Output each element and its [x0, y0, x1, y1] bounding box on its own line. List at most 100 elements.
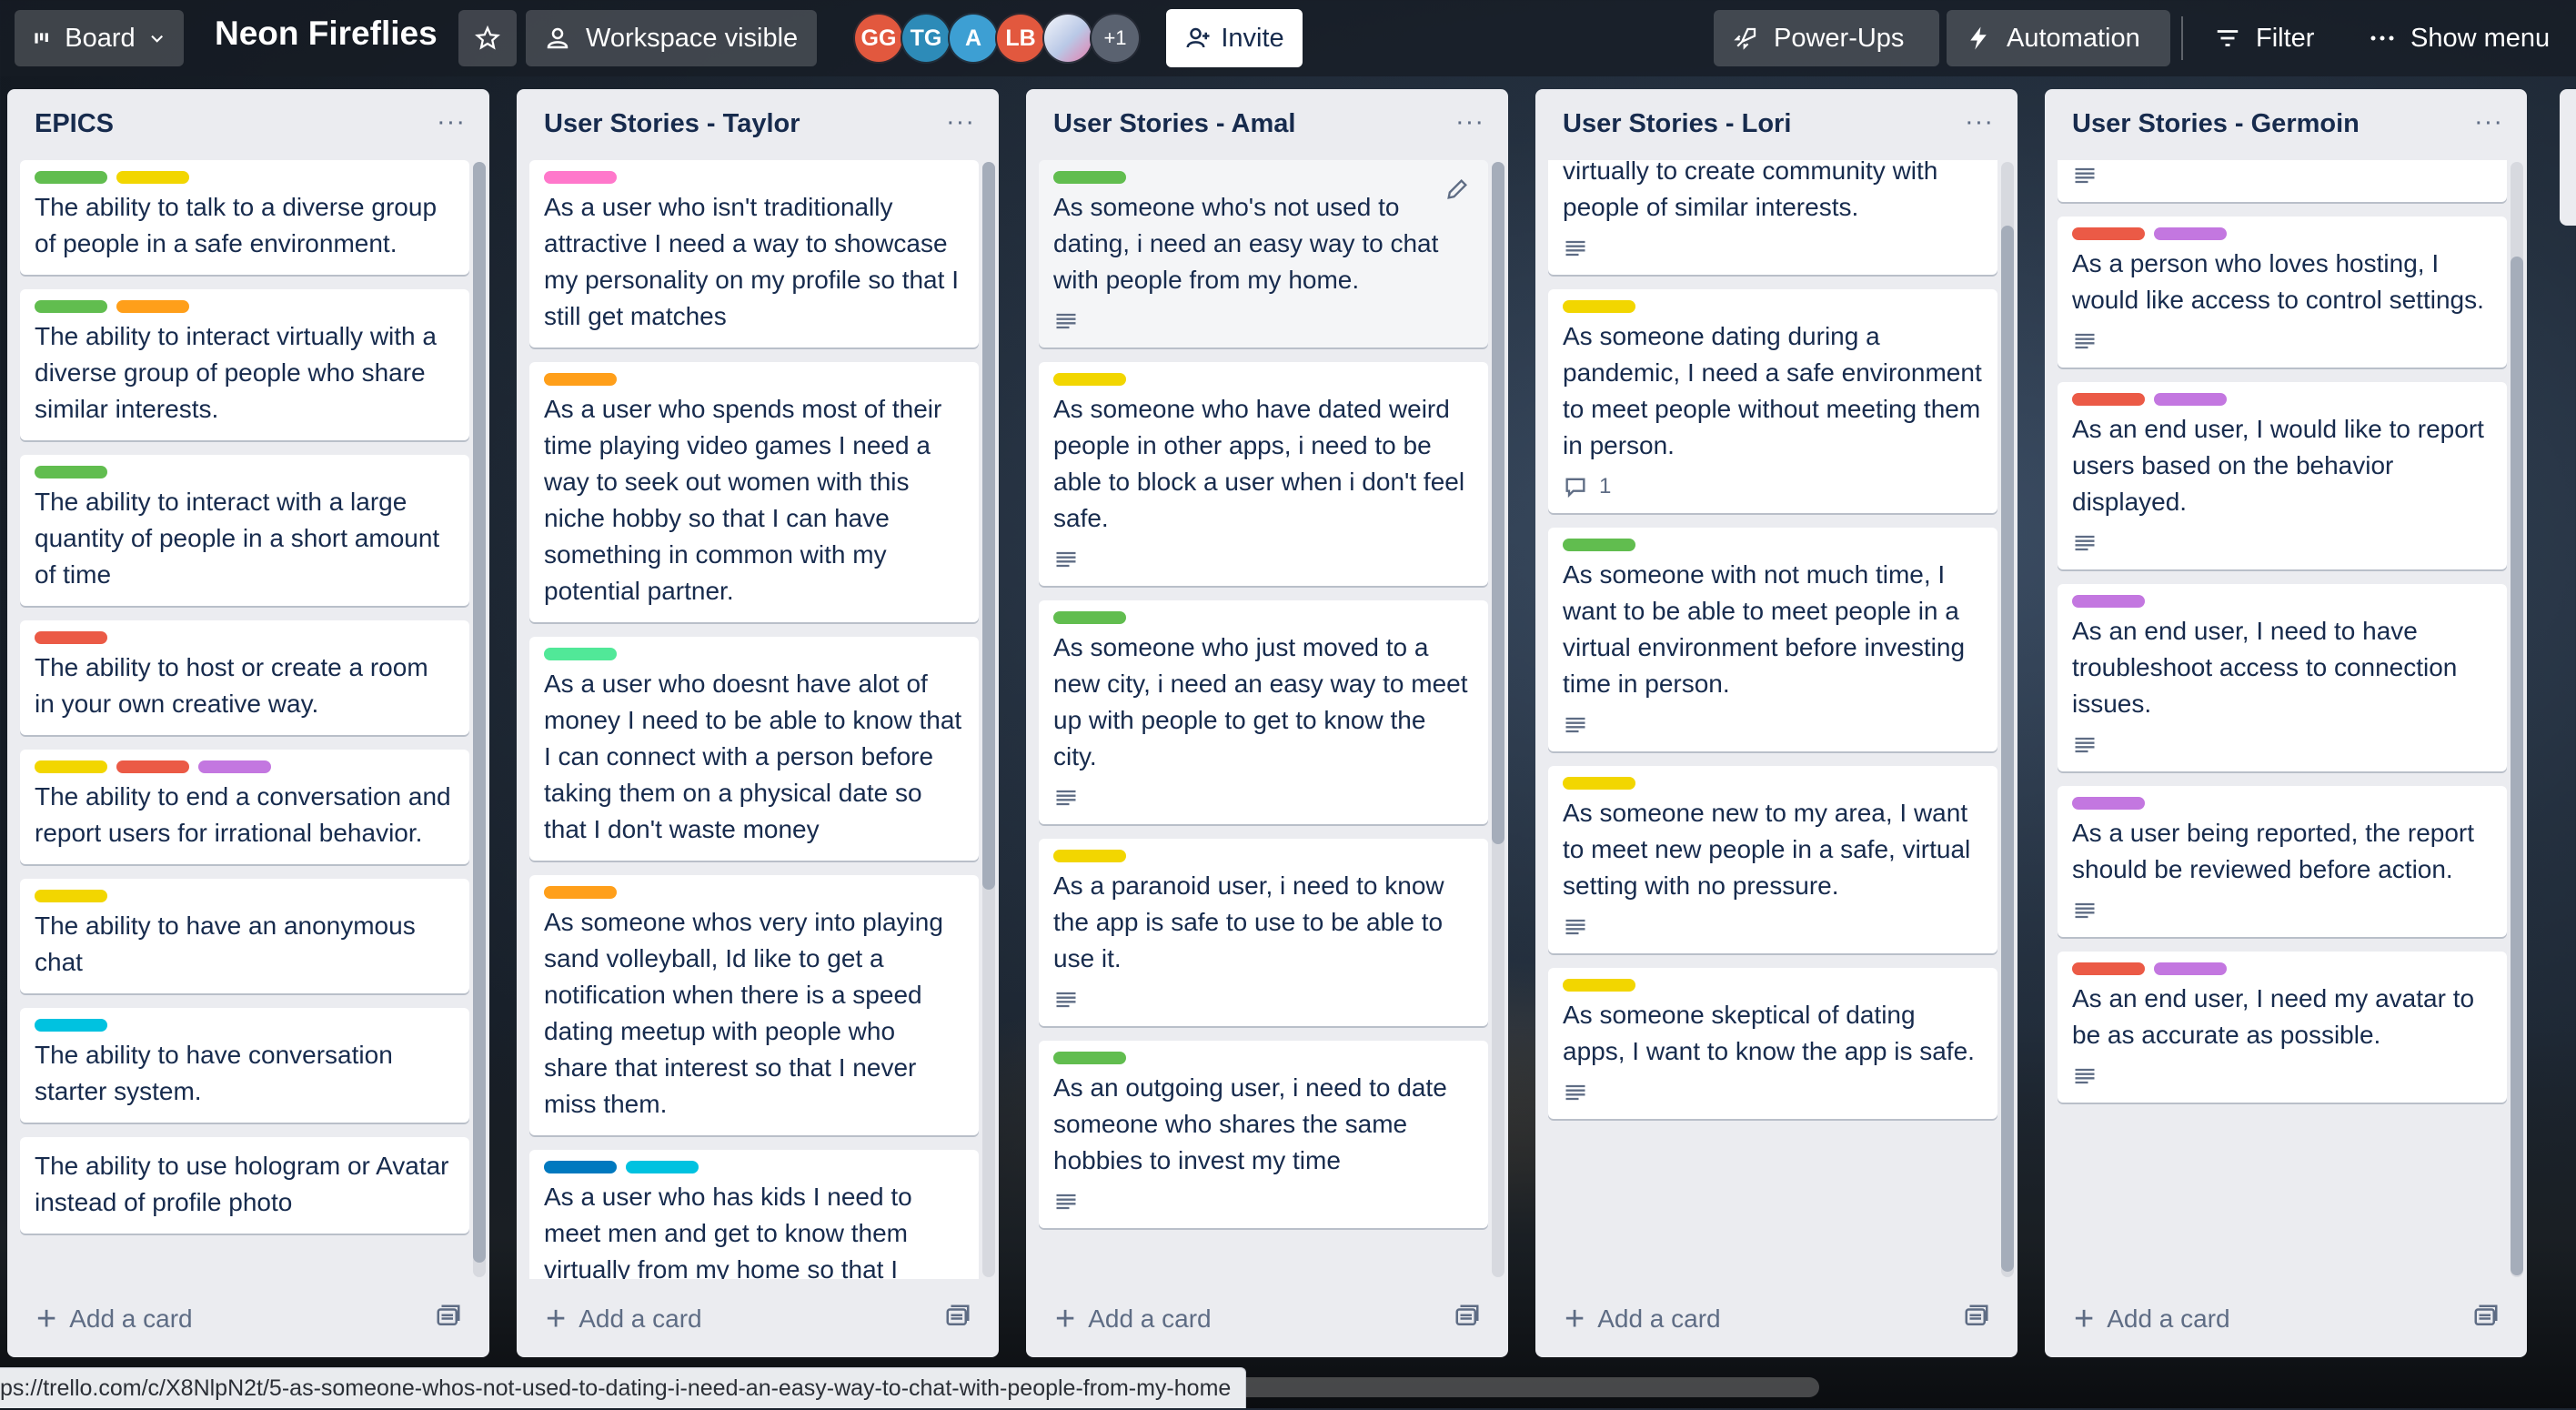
- add-card-button[interactable]: + Add a card: [546, 1302, 702, 1336]
- list-menu-button[interactable]: ···: [1965, 107, 1994, 137]
- label-purple[interactable]: [2154, 393, 2227, 406]
- label-yellow[interactable]: [1563, 300, 1635, 313]
- visibility-button[interactable]: Workspace visible: [526, 10, 817, 66]
- card[interactable]: I need to connect with other people virt…: [1548, 160, 1997, 275]
- scrollbar-thumb[interactable]: [473, 162, 486, 1263]
- card[interactable]: The ability to have an anonymous chat: [20, 879, 469, 993]
- scrollbar-thumb[interactable]: [2001, 226, 2014, 1272]
- label-sky[interactable]: [626, 1161, 699, 1173]
- card[interactable]: As someone whos very into playing sand v…: [529, 875, 979, 1135]
- card[interactable]: As a user who doesnt have alot of money …: [529, 637, 979, 861]
- card[interactable]: The ability to host or create a room in …: [20, 620, 469, 735]
- card-template-icon[interactable]: [1963, 1303, 1990, 1330]
- label-purple[interactable]: [198, 760, 271, 773]
- list-scrollbar[interactable]: [2511, 162, 2523, 1277]
- list-menu-button[interactable]: ···: [1455, 107, 1484, 137]
- card[interactable]: The ability to talk to a diverse group o…: [20, 160, 469, 275]
- card[interactable]: As someone dating during a pandemic, I n…: [1548, 289, 1997, 513]
- view-switcher-button[interactable]: Board: [15, 10, 184, 66]
- card[interactable]: As an end user, I would like to report u…: [2058, 382, 2507, 569]
- card[interactable]: As a user who spends most of their time …: [529, 362, 979, 622]
- card[interactable]: or treated unfairly.: [2058, 160, 2507, 202]
- label-green[interactable]: [1563, 539, 1635, 551]
- label-purple[interactable]: [2072, 797, 2145, 810]
- avatar[interactable]: LB: [995, 13, 1046, 64]
- list-title[interactable]: User Stories - Taylor: [544, 109, 800, 139]
- label-orange[interactable]: [116, 300, 189, 313]
- label-purple[interactable]: [2154, 962, 2227, 975]
- card-template-icon[interactable]: [435, 1303, 462, 1330]
- card[interactable]: The ability to end a conversation and re…: [20, 750, 469, 864]
- label-green[interactable]: [1053, 1052, 1126, 1064]
- invite-button[interactable]: Invite: [1166, 9, 1303, 67]
- scrollbar-thumb[interactable]: [982, 162, 995, 890]
- card[interactable]: As someone new to my area, I want to mee…: [1548, 766, 1997, 953]
- avatar-photo[interactable]: [1042, 13, 1093, 64]
- label-yellow[interactable]: [35, 760, 107, 773]
- card[interactable]: As someone skeptical of dating apps, I w…: [1548, 968, 1997, 1119]
- card[interactable]: As a paranoid user, i need to know the a…: [1039, 839, 1488, 1026]
- label-green[interactable]: [1053, 171, 1126, 184]
- list-title[interactable]: User Stories - Germoin: [2072, 109, 2360, 139]
- card[interactable]: The ability to have conversation starter…: [20, 1008, 469, 1123]
- card[interactable]: As someone who just moved to a new city,…: [1039, 600, 1488, 824]
- card[interactable]: As someone who have dated weird people i…: [1039, 362, 1488, 586]
- label-yellow[interactable]: [1053, 850, 1126, 862]
- card[interactable]: The ability to use hologram or Avatar in…: [20, 1137, 469, 1234]
- card[interactable]: As an end user, I need to have troublesh…: [2058, 584, 2507, 771]
- label-green[interactable]: [35, 300, 107, 313]
- card[interactable]: As an outgoing user, i need to date some…: [1039, 1041, 1488, 1228]
- label-pink[interactable]: [544, 171, 617, 184]
- label-sky[interactable]: [35, 1019, 107, 1032]
- next-list-edge[interactable]: [2560, 89, 2576, 226]
- label-purple[interactable]: [2154, 227, 2227, 240]
- label-green[interactable]: [35, 466, 107, 478]
- card[interactable]: As a person who loves hosting, I would l…: [2058, 217, 2507, 368]
- add-card-button[interactable]: + Add a card: [2074, 1302, 2230, 1336]
- label-green[interactable]: [35, 171, 107, 184]
- label-blue[interactable]: [544, 1161, 617, 1173]
- label-red[interactable]: [116, 760, 189, 773]
- card[interactable]: As a user who isn't traditionally attrac…: [529, 160, 979, 347]
- add-card-button[interactable]: + Add a card: [1565, 1302, 1721, 1336]
- label-yellow[interactable]: [1563, 979, 1635, 992]
- label-yellow[interactable]: [1563, 777, 1635, 790]
- show-menu-button[interactable]: Show menu: [2350, 10, 2576, 66]
- card-template-icon[interactable]: [1454, 1303, 1481, 1330]
- card[interactable]: The ability to interact with a large qua…: [20, 455, 469, 606]
- list-menu-button[interactable]: ···: [437, 107, 466, 137]
- label-lime[interactable]: [544, 648, 617, 660]
- card-template-icon[interactable]: [944, 1303, 971, 1330]
- scrollbar-thumb[interactable]: [1492, 162, 1504, 844]
- label-yellow[interactable]: [116, 171, 189, 184]
- label-orange[interactable]: [544, 373, 617, 386]
- card[interactable]: As someone who's not used to dating, i n…: [1039, 160, 1488, 347]
- edit-pencil-icon[interactable]: [1444, 176, 1470, 202]
- list-title[interactable]: User Stories - Lori: [1563, 109, 1791, 139]
- list-menu-button[interactable]: ···: [946, 107, 975, 137]
- board-title[interactable]: Neon Fireflies: [215, 15, 438, 53]
- list-scrollbar[interactable]: [982, 162, 995, 1277]
- card[interactable]: As an end user, I need my avatar to be a…: [2058, 952, 2507, 1103]
- label-purple[interactable]: [2072, 595, 2145, 608]
- list-title[interactable]: User Stories - Amal: [1053, 109, 1295, 139]
- label-green[interactable]: [1053, 611, 1126, 624]
- label-yellow[interactable]: [1053, 373, 1126, 386]
- extra-members-badge[interactable]: +1: [1090, 13, 1141, 64]
- scrollbar-thumb[interactable]: [2511, 257, 2523, 1275]
- add-card-button[interactable]: + Add a card: [1055, 1302, 1212, 1336]
- card[interactable]: As a user being reported, the report sho…: [2058, 786, 2507, 937]
- label-orange[interactable]: [544, 886, 617, 899]
- avatar[interactable]: A: [948, 13, 999, 64]
- list-scrollbar[interactable]: [473, 162, 486, 1277]
- list-title[interactable]: EPICS: [35, 109, 114, 139]
- filter-button[interactable]: Filter: [2196, 10, 2350, 66]
- card[interactable]: As a user who has kids I need to meet me…: [529, 1150, 979, 1279]
- label-red[interactable]: [2072, 393, 2145, 406]
- avatar[interactable]: GG: [853, 13, 904, 64]
- power-ups-button[interactable]: Power-Ups: [1714, 10, 1939, 66]
- add-card-button[interactable]: + Add a card: [36, 1302, 193, 1336]
- avatar[interactable]: TG: [901, 13, 951, 64]
- label-yellow[interactable]: [35, 890, 107, 902]
- card[interactable]: The ability to interact virtually with a…: [20, 289, 469, 440]
